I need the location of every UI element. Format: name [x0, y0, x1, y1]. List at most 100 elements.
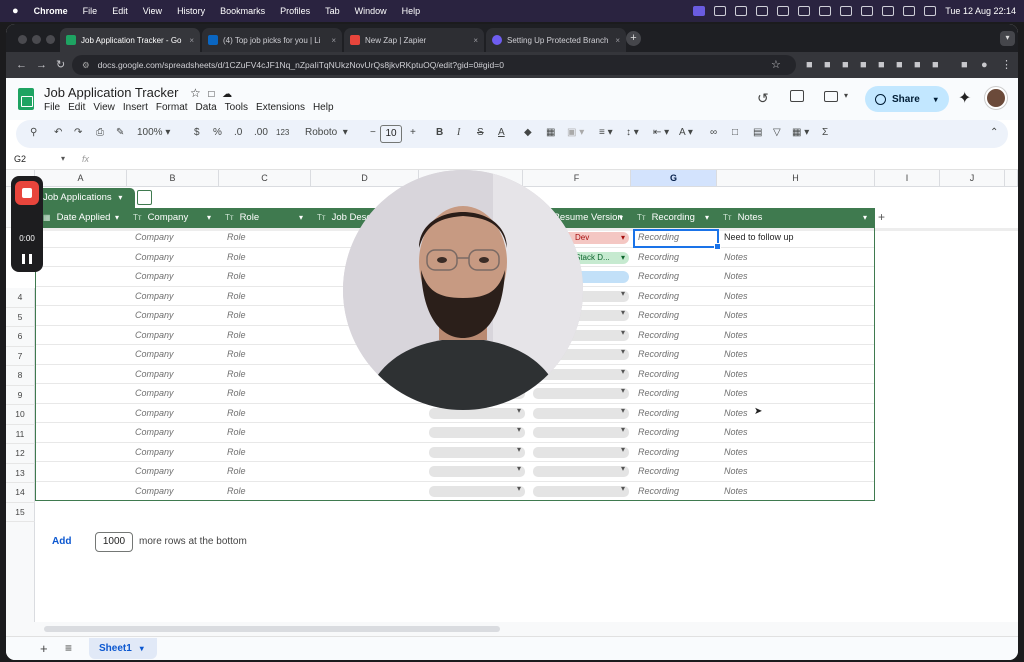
currency-button[interactable]: $ [194, 127, 200, 138]
status-dropdown[interactable] [429, 425, 525, 438]
role-cell[interactable]: Role [227, 443, 246, 463]
apple-icon[interactable]: ● [12, 5, 19, 17]
merge-cells-icon[interactable]: ▣ ▾ [567, 127, 584, 138]
insert-comment-icon[interactable]: □ [732, 127, 738, 138]
close-tab-icon[interactable]: × [473, 36, 478, 45]
header-recording[interactable]: Tт Recording ▾ [631, 208, 717, 228]
status-dropdown[interactable] [429, 445, 525, 458]
company-cell[interactable]: Company [135, 443, 174, 463]
all-sheets-icon[interactable]: ≡ [65, 641, 72, 655]
row-header[interactable]: 10 [6, 405, 35, 425]
extension-icon[interactable]: ■ [806, 58, 813, 72]
extension-icon[interactable]: ■ [878, 58, 885, 72]
doc-menu-extensions[interactable]: Extensions [256, 102, 305, 113]
collapse-toolbar-icon[interactable]: ⌃ [990, 127, 998, 138]
menu-tab[interactable]: Tab [325, 6, 340, 16]
row-header[interactable]: 12 [6, 444, 35, 464]
row-header[interactable]: 7 [6, 346, 35, 366]
tab-linkedin[interactable]: (4) Top job picks for you | Li × [202, 28, 342, 52]
doc-title[interactable]: Job Application Tracker ☆ □ ☁ [44, 85, 232, 100]
reload-icon[interactable]: ↻ [56, 58, 65, 72]
share-dropdown-icon[interactable]: ▾ [934, 95, 938, 104]
column-header-a[interactable]: A [35, 170, 127, 187]
row-header[interactable]: 13 [6, 463, 35, 483]
add-rows-button[interactable]: Add [52, 536, 71, 547]
status-icon[interactable] [756, 6, 769, 16]
meet-icon[interactable] [824, 91, 838, 102]
vertical-align-icon[interactable]: ↕ ▾ [626, 127, 639, 138]
extension-icon[interactable]: ■ [824, 58, 831, 72]
status-icon[interactable] [840, 6, 853, 16]
zoom-window-icon[interactable] [46, 35, 55, 44]
menu-view[interactable]: View [143, 6, 162, 16]
company-cell[interactable]: Company [135, 423, 174, 443]
notes-cell[interactable]: Notes [724, 443, 748, 463]
table-name-chip[interactable]: Job Applications ▾ [35, 188, 135, 208]
notes-cell[interactable]: Notes [724, 423, 748, 443]
recording-cell[interactable]: Recording [638, 404, 679, 424]
notes-cell[interactable]: Notes [724, 365, 748, 385]
row-header[interactable]: 15 [6, 502, 35, 522]
company-cell[interactable]: Company [135, 248, 174, 268]
notes-cell[interactable]: Notes [724, 248, 748, 268]
functions-icon[interactable]: Σ [822, 127, 828, 138]
borders-icon[interactable]: ▦ [546, 127, 555, 138]
doc-menu-file[interactable]: File [44, 102, 60, 113]
role-cell[interactable]: Role [227, 365, 246, 385]
header-company[interactable]: Tт Company ▾ [127, 208, 219, 228]
version-history-icon[interactable]: ↺ [757, 90, 769, 107]
search-menus-icon[interactable]: ⚲ [30, 127, 37, 138]
sheet-tab-sheet1[interactable]: Sheet1 ▾ [89, 638, 157, 659]
extension-icon[interactable]: ■ [914, 58, 921, 72]
column-header-b[interactable]: B [127, 170, 219, 187]
resume-dropdown[interactable] [533, 425, 629, 438]
role-cell[interactable]: Role [227, 267, 246, 287]
chevron-down-icon[interactable]: ▾ [207, 208, 211, 228]
recording-cell[interactable]: Recording [638, 443, 679, 463]
status-icon[interactable] [714, 6, 727, 16]
role-cell[interactable]: Role [227, 306, 246, 326]
recording-cell[interactable]: Recording [638, 287, 679, 307]
header-role[interactable]: Tт Role ▾ [219, 208, 311, 228]
selected-cell-g2[interactable] [633, 229, 721, 250]
comments-icon[interactable] [790, 90, 804, 102]
print-icon[interactable]: ⎙ [96, 127, 104, 138]
minimize-window-icon[interactable] [32, 35, 41, 44]
role-cell[interactable]: Role [227, 404, 246, 424]
menu-app-name[interactable]: Chrome [34, 6, 68, 16]
row-header[interactable]: 4 [6, 288, 35, 308]
pause-icon[interactable] [22, 254, 32, 264]
recording-cell[interactable]: Recording [638, 365, 679, 385]
doc-menu-edit[interactable]: Edit [68, 102, 85, 113]
name-box[interactable]: G2 [14, 154, 26, 164]
table-row[interactable]: Company Role Recording Notes [36, 482, 874, 502]
resume-dropdown[interactable] [533, 464, 629, 477]
extension-icon[interactable]: ■ [932, 58, 939, 72]
italic-icon[interactable]: I [457, 127, 460, 138]
resume-dropdown[interactable] [533, 484, 629, 497]
extension-icon[interactable]: ■ [860, 58, 867, 72]
menu-bookmarks[interactable]: Bookmarks [220, 6, 265, 16]
table-row[interactable]: Company Role Recording Notes [36, 462, 874, 482]
decrease-decimal-button[interactable]: .0 [234, 127, 242, 138]
cloud-saved-icon[interactable]: ☁ [222, 89, 232, 100]
filter-icon[interactable]: ▽ [773, 127, 781, 138]
bookmark-star-icon[interactable]: ☆ [771, 58, 781, 72]
name-box-dropdown-icon[interactable]: ▾ [61, 154, 65, 163]
notes-cell[interactable]: Notes [724, 287, 748, 307]
header-date-applied[interactable]: ▦ Date Applied ▾ [35, 208, 127, 228]
close-tab-icon[interactable]: × [615, 36, 620, 45]
column-header-j[interactable]: J [940, 170, 1005, 187]
recording-cell[interactable]: Recording [638, 482, 679, 502]
notes-cell[interactable]: Notes [724, 482, 748, 502]
share-button[interactable]: Share ▾ [865, 86, 949, 112]
row-header[interactable]: 9 [6, 385, 35, 405]
status-icon[interactable] [861, 6, 874, 16]
status-icon[interactable] [735, 6, 748, 16]
notes-cell[interactable]: Need to follow up [724, 228, 794, 248]
notes-cell[interactable]: Notes [724, 462, 748, 482]
company-cell[interactable]: Company [135, 228, 174, 248]
column-header-f[interactable]: F [523, 170, 631, 187]
percent-button[interactable]: % [213, 127, 222, 138]
fill-color-icon[interactable]: ◆ [524, 127, 532, 138]
